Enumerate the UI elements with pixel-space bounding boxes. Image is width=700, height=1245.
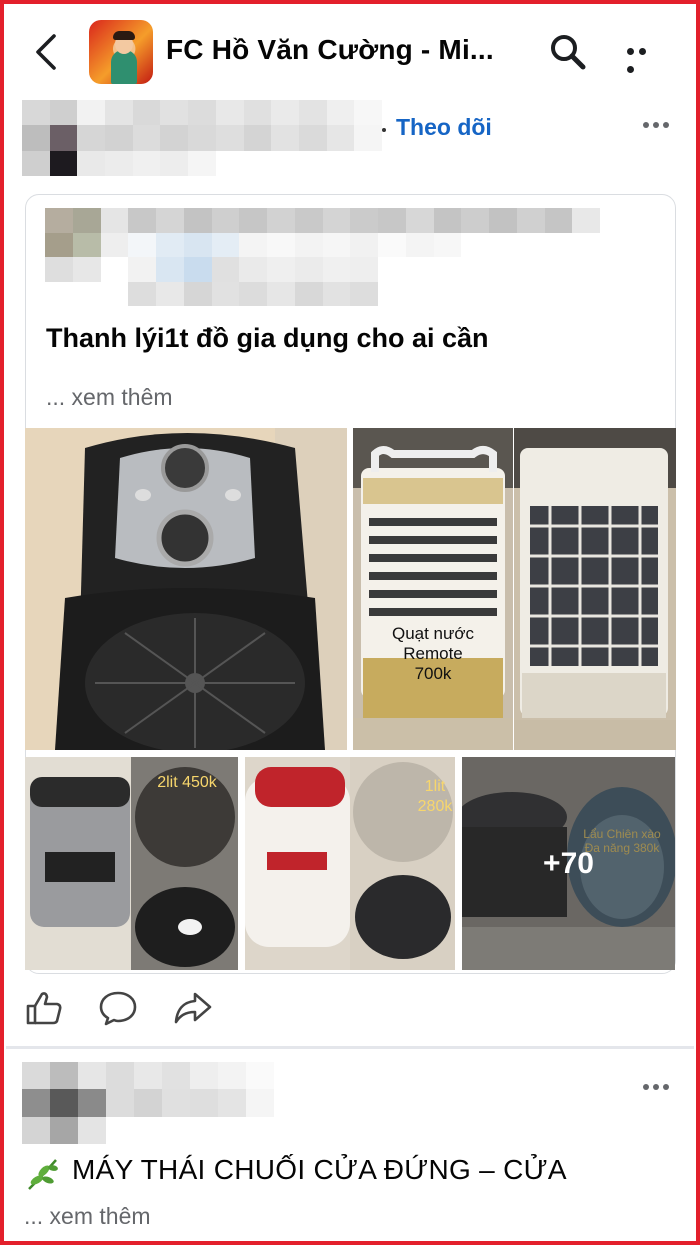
next-post-more-icon[interactable] <box>643 1084 675 1092</box>
separator-dot <box>382 128 386 132</box>
group-avatar[interactable] <box>89 20 153 84</box>
herb-emoji-icon <box>28 1159 58 1190</box>
photo-air-cooler-back[interactable] <box>514 428 676 750</box>
photo-caption: Quạt nước Remote 700k <box>391 624 475 683</box>
post-divider <box>6 1046 694 1049</box>
more-horizontal-icon[interactable] <box>627 48 661 73</box>
photo-rice-cooker-philips[interactable]: 2lit 450k <box>25 757 238 970</box>
group-title[interactable]: FC Hồ Văn Cường - Mi... <box>166 34 494 66</box>
share-icon[interactable] <box>173 990 213 1026</box>
photo-caption: 2lit 450k <box>157 774 217 791</box>
author-blurred[interactable] <box>22 100 382 176</box>
top-bar: FC Hồ Văn Cường - Mi... <box>0 0 700 100</box>
comment-icon[interactable] <box>98 990 138 1026</box>
more-photos-overlay[interactable]: +70 <box>462 757 675 970</box>
photo-air-fryer[interactable] <box>25 428 347 750</box>
next-see-more-link[interactable]: ... xem thêm <box>24 1203 151 1230</box>
shared-author-blurred <box>45 208 600 306</box>
post-text: Thanh lýi1t đồ gia dụng cho ai cần <box>46 323 489 353</box>
photo-caption: 1lit 280k <box>417 778 453 815</box>
see-more-link[interactable]: ... xem thêm <box>46 384 173 411</box>
search-icon[interactable] <box>548 32 588 72</box>
post-more-icon[interactable] <box>643 122 675 130</box>
like-icon[interactable] <box>24 990 64 1026</box>
photo-air-cooler-front[interactable]: Quạt nước Remote 700k <box>353 428 513 750</box>
follow-link[interactable]: Theo dõi <box>396 114 492 141</box>
photo-rice-cooker-pensonic[interactable]: 1lit 280k <box>245 757 455 970</box>
next-post-title: MÁY THÁI CHUỐI CỬA ĐỨNG – CỬA <box>72 1154 567 1185</box>
next-author-blurred[interactable] <box>22 1062 274 1144</box>
back-arrow-icon[interactable] <box>28 30 64 74</box>
